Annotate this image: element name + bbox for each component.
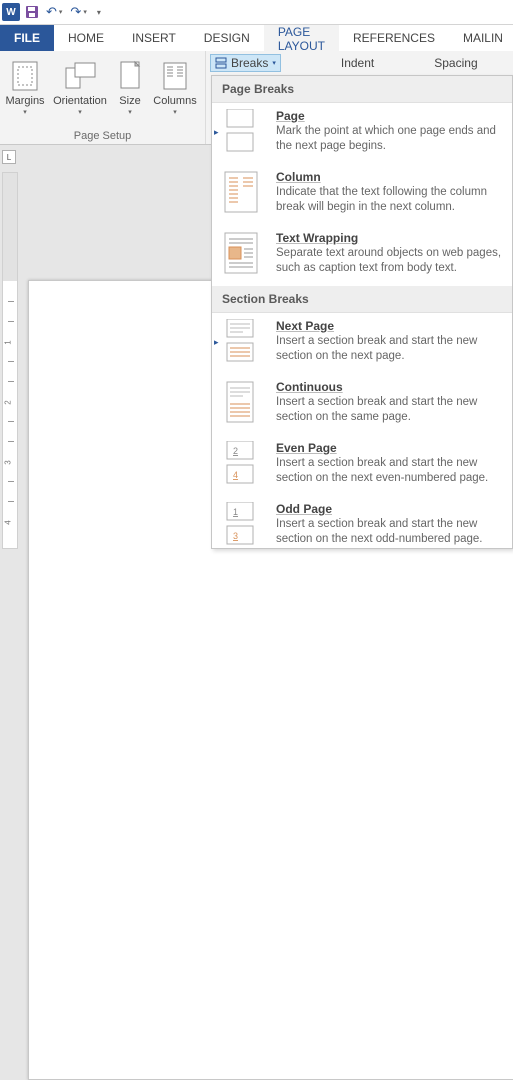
columns-icon [150, 57, 200, 95]
break-page[interactable]: ▸ Page Mark the point at which one page … [212, 103, 512, 164]
break-evenpage-desc: Insert a section break and start the new… [276, 456, 502, 486]
quick-access-toolbar: W ↶▾ ↷▾ ▾ [0, 0, 513, 25]
tab-home[interactable]: HOME [54, 25, 118, 51]
break-even-page[interactable]: 2 4 Even Page Insert a section break and… [212, 435, 512, 496]
even-page-break-icon: 2 4 [222, 441, 260, 485]
break-textwrap-desc: Separate text around objects on web page… [276, 246, 502, 276]
redo-button[interactable]: ↷▾ [68, 4, 88, 20]
break-continuous-desc: Insert a section break and start the new… [276, 395, 502, 425]
break-oddpage-desc: Insert a section break and start the new… [276, 517, 502, 547]
break-nextpage-desc: Insert a section break and start the new… [276, 334, 502, 364]
customize-qat-button[interactable]: ▾ [97, 8, 101, 17]
tab-file[interactable]: FILE [0, 25, 54, 51]
next-page-break-icon: ▸ [222, 319, 260, 363]
svg-text:2: 2 [233, 446, 238, 456]
break-page-title: Page [276, 109, 502, 123]
tab-page-layout[interactable]: PAGE LAYOUT [264, 25, 339, 51]
save-button[interactable] [24, 4, 40, 20]
break-column-desc: Indicate that the text following the col… [276, 185, 502, 215]
text-wrapping-break-icon [222, 231, 260, 275]
break-continuous-title: Continuous [276, 380, 502, 394]
size-icon [110, 57, 150, 95]
break-nextpage-title: Next Page [276, 319, 502, 333]
continuous-break-icon [222, 380, 260, 424]
column-break-icon [222, 170, 260, 214]
spacing-label: Spacing [434, 56, 477, 70]
breaks-button[interactable]: Breaks ▾ [210, 54, 281, 72]
orientation-button[interactable]: Orientation▾ [50, 55, 110, 118]
tab-insert[interactable]: INSERT [118, 25, 190, 51]
tab-mailings[interactable]: MAILIN [449, 25, 513, 51]
indent-label: Indent [341, 56, 374, 70]
margins-icon [0, 57, 50, 95]
margins-button[interactable]: Margins▾ [0, 55, 50, 118]
section-breaks-header: Section Breaks [212, 286, 512, 313]
breaks-dropdown: Page Breaks ▸ Page Mark the point at whi… [211, 75, 513, 549]
break-text-wrapping[interactable]: Text Wrapping Separate text around objec… [212, 225, 512, 286]
page-break-icon: ▸ [222, 109, 260, 153]
undo-button[interactable]: ↶▾ [44, 4, 64, 20]
break-evenpage-title: Even Page [276, 441, 502, 455]
break-page-desc: Mark the point at which one page ends an… [276, 124, 502, 154]
tab-references[interactable]: REFERENCES [339, 25, 449, 51]
break-column[interactable]: Column Indicate that the text following … [212, 164, 512, 225]
svg-text:4: 4 [233, 470, 238, 480]
break-odd-page[interactable]: 1 3 Odd Page Insert a section break and … [212, 496, 512, 549]
tab-selector[interactable]: L [2, 150, 16, 164]
break-oddpage-title: Odd Page [276, 502, 502, 516]
break-textwrap-title: Text Wrapping [276, 231, 502, 245]
tab-design[interactable]: DESIGN [190, 25, 264, 51]
svg-text:3: 3 [233, 531, 238, 541]
page-setup-group: Margins▾ Orientation▾ Size▾ Columns▾ Pag… [0, 51, 206, 144]
word-app-icon: W [2, 3, 20, 21]
svg-text:1: 1 [233, 507, 238, 517]
break-continuous[interactable]: Continuous Insert a section break and st… [212, 374, 512, 435]
page-setup-group-label: Page Setup [0, 130, 205, 144]
page-breaks-header: Page Breaks [212, 76, 512, 103]
orientation-icon [50, 57, 110, 95]
columns-button[interactable]: Columns▾ [150, 55, 200, 118]
ribbon-tabs: FILE HOME INSERT DESIGN PAGE LAYOUT REFE… [0, 25, 513, 51]
breaks-icon [215, 57, 227, 69]
vertical-ruler[interactable]: 1 2 3 4 [2, 172, 18, 549]
odd-page-break-icon: 1 3 [222, 502, 260, 546]
break-next-page[interactable]: ▸ Next Page Insert a section break and s… [212, 313, 512, 374]
break-column-title: Column [276, 170, 502, 184]
size-button[interactable]: Size▾ [110, 55, 150, 118]
